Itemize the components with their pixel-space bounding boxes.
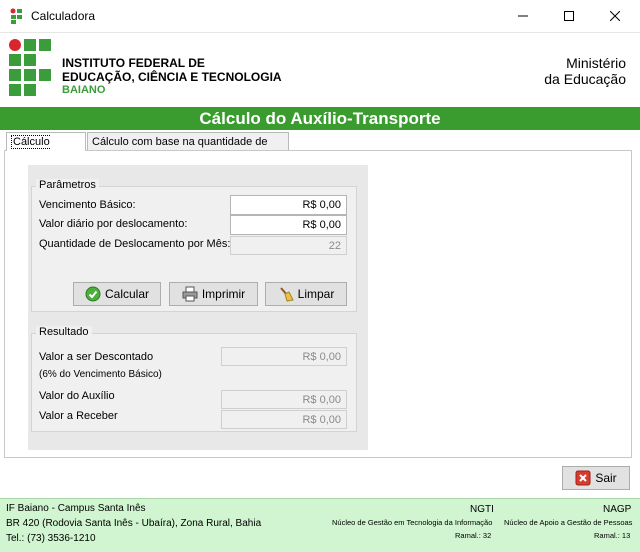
window-titlebar: Calculadora <box>0 0 640 32</box>
vencimento-input[interactable]: R$ 0,00 <box>230 195 347 215</box>
institute-name-line2: EDUCAÇÃO, CIÊNCIA E TECNOLOGIA <box>62 70 282 84</box>
sair-label: Sair <box>595 471 617 485</box>
if-logo <box>9 39 51 97</box>
parametros-legend: Parâmetros <box>36 179 99 191</box>
valor-diario-label: Valor diário por deslocamento: <box>39 218 188 230</box>
footer-phone: Tel.: (73) 3536-1210 <box>6 533 96 544</box>
footer-address: BR 420 (Rodovia Santa Inês - Ubaíra), Zo… <box>6 518 262 529</box>
receber-label: Valor a Receber <box>39 410 118 422</box>
imprimir-label: Imprimir <box>201 287 246 301</box>
nagp-ramal: Ramal.: 13 <box>594 531 631 540</box>
resultado-legend: Resultado <box>36 326 92 338</box>
vencimento-label: Vencimento Básico: <box>39 199 136 211</box>
calcular-label: Calcular <box>104 287 149 301</box>
nagp-title: NAGP <box>603 504 632 515</box>
institute-name-line1: INSTITUTO FEDERAL DE <box>62 56 205 70</box>
printer-icon <box>182 286 198 302</box>
tab-calculo-dias[interactable]: Cálculo com base na quantidade de dias <box>87 132 289 166</box>
ngti-title: NGTI <box>470 504 494 515</box>
qtd-deslocamento-label: Quantidade de Deslocamento por Mês: <box>39 238 231 250</box>
receber-field: R$ 0,00 <box>221 410 347 429</box>
close-red-icon <box>575 470 591 486</box>
minimize-button[interactable] <box>500 0 546 32</box>
limpar-label: Limpar <box>297 287 335 301</box>
limpar-button[interactable]: Limpar <box>265 282 347 306</box>
maximize-button[interactable] <box>546 0 592 32</box>
ministry-line2: da Educação <box>544 71 626 87</box>
close-icon <box>610 11 620 21</box>
descontado-field: R$ 0,00 <box>221 347 347 366</box>
qtd-deslocamento-field: 22 <box>230 236 347 255</box>
ngti-desc: Núcleo de Gestão em Tecnologia da Inform… <box>332 518 493 527</box>
auxilio-label: Valor do Auxílio <box>39 390 115 402</box>
auxilio-field: R$ 0,00 <box>221 390 347 409</box>
tab-calculo-mensal[interactable]: Cálculo mensal <box>6 132 86 167</box>
valor-diario-input[interactable]: R$ 0,00 <box>230 215 347 235</box>
ngti-ramal: Ramal.: 32 <box>455 531 492 540</box>
footer-campus: IF Baiano - Campus Santa Inês <box>6 503 146 514</box>
descontado-note: (6% do Vencimento Básico) <box>39 369 162 380</box>
institute-name-line3: BAIANO <box>62 84 106 96</box>
active-tab-joint <box>7 149 85 151</box>
ministry-line1: Ministério <box>566 55 626 71</box>
ministry-name: Ministério da Educação <box>544 55 626 87</box>
maximize-icon <box>564 11 574 21</box>
nagp-desc: Núcleo de Apoio a Gestão de Pessoas <box>504 518 633 527</box>
descontado-label: Valor a ser Descontado <box>39 351 154 363</box>
check-icon <box>85 286 101 302</box>
window-title: Calculadora <box>31 9 96 23</box>
sair-button[interactable]: Sair <box>562 466 630 490</box>
minimize-icon <box>518 15 528 17</box>
calcular-button[interactable]: Calcular <box>73 282 161 306</box>
page-title: Cálculo do Auxílio-Transporte <box>0 107 640 130</box>
header: INSTITUTO FEDERAL DE EDUCAÇÃO, CIÊNCIA E… <box>0 32 640 104</box>
app-icon <box>10 8 22 24</box>
imprimir-button[interactable]: Imprimir <box>169 282 258 306</box>
close-button[interactable] <box>592 0 638 32</box>
broom-icon <box>279 287 294 302</box>
